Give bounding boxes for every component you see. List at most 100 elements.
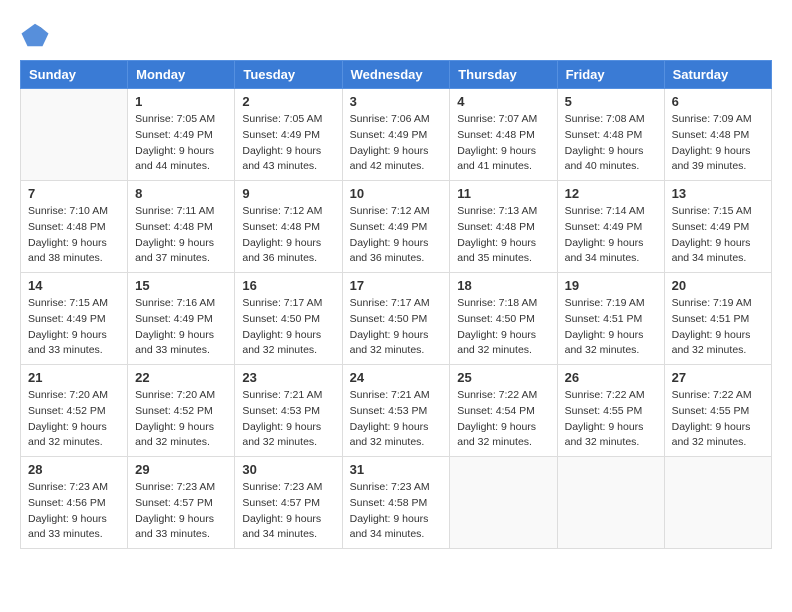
day-info: Sunrise: 7:17 AMSunset: 4:50 PMDaylight:… xyxy=(350,296,443,359)
day-number: 3 xyxy=(350,94,443,109)
day-info: Sunrise: 7:23 AMSunset: 4:57 PMDaylight:… xyxy=(242,480,334,543)
day-info: Sunrise: 7:23 AMSunset: 4:56 PMDaylight:… xyxy=(28,480,120,543)
calendar-cell: 21 Sunrise: 7:20 AMSunset: 4:52 PMDayligh… xyxy=(21,365,128,457)
day-info: Sunrise: 7:12 AMSunset: 4:49 PMDaylight:… xyxy=(350,204,443,267)
day-info: Sunrise: 7:18 AMSunset: 4:50 PMDaylight:… xyxy=(457,296,549,359)
calendar-cell: 15 Sunrise: 7:16 AMSunset: 4:49 PMDayligh… xyxy=(128,273,235,365)
day-number: 16 xyxy=(242,278,334,293)
calendar-cell xyxy=(21,89,128,181)
calendar-day-header: Saturday xyxy=(664,61,771,89)
day-info: Sunrise: 7:12 AMSunset: 4:48 PMDaylight:… xyxy=(242,204,334,267)
day-info: Sunrise: 7:05 AMSunset: 4:49 PMDaylight:… xyxy=(242,112,334,175)
day-info: Sunrise: 7:22 AMSunset: 4:55 PMDaylight:… xyxy=(565,388,657,451)
calendar-cell: 12 Sunrise: 7:14 AMSunset: 4:49 PMDayligh… xyxy=(557,181,664,273)
day-number: 31 xyxy=(350,462,443,477)
calendar-week-row: 21 Sunrise: 7:20 AMSunset: 4:52 PMDayligh… xyxy=(21,365,772,457)
calendar-cell: 5 Sunrise: 7:08 AMSunset: 4:48 PMDaylight… xyxy=(557,89,664,181)
day-number: 2 xyxy=(242,94,334,109)
day-info: Sunrise: 7:22 AMSunset: 4:54 PMDaylight:… xyxy=(457,388,549,451)
day-info: Sunrise: 7:23 AMSunset: 4:58 PMDaylight:… xyxy=(350,480,443,543)
calendar-cell: 3 Sunrise: 7:06 AMSunset: 4:49 PMDaylight… xyxy=(342,89,450,181)
day-number: 22 xyxy=(135,370,227,385)
calendar-day-header: Sunday xyxy=(21,61,128,89)
day-info: Sunrise: 7:07 AMSunset: 4:48 PMDaylight:… xyxy=(457,112,549,175)
day-info: Sunrise: 7:08 AMSunset: 4:48 PMDaylight:… xyxy=(565,112,657,175)
calendar-day-header: Tuesday xyxy=(235,61,342,89)
day-number: 12 xyxy=(565,186,657,201)
day-info: Sunrise: 7:16 AMSunset: 4:49 PMDaylight:… xyxy=(135,296,227,359)
day-number: 24 xyxy=(350,370,443,385)
day-number: 5 xyxy=(565,94,657,109)
calendar-cell: 9 Sunrise: 7:12 AMSunset: 4:48 PMDaylight… xyxy=(235,181,342,273)
day-number: 18 xyxy=(457,278,549,293)
calendar-cell: 25Sunrise: 7:22 AMSunset: 4:54 PMDayligh… xyxy=(450,365,557,457)
calendar-table: SundayMondayTuesdayWednesdayThursdayFrid… xyxy=(20,60,772,549)
calendar-cell: 27 Sunrise: 7:22 AMSunset: 4:55 PMDayligh… xyxy=(664,365,771,457)
logo xyxy=(20,20,54,50)
day-number: 14 xyxy=(28,278,120,293)
day-number: 4 xyxy=(457,94,549,109)
day-info: Sunrise: 7:23 AMSunset: 4:57 PMDaylight:… xyxy=(135,480,227,543)
day-info: Sunrise: 7:21 AMSunset: 4:53 PMDaylight:… xyxy=(350,388,443,451)
day-info: Sunrise: 7:10 AMSunset: 4:48 PMDaylight:… xyxy=(28,204,120,267)
day-number: 19 xyxy=(565,278,657,293)
day-info: Sunrise: 7:05 AMSunset: 4:49 PMDaylight:… xyxy=(135,112,227,175)
calendar-cell xyxy=(557,457,664,549)
calendar-cell: 13 Sunrise: 7:15 AMSunset: 4:49 PMDayligh… xyxy=(664,181,771,273)
calendar-cell: 18 Sunrise: 7:18 AMSunset: 4:50 PMDayligh… xyxy=(450,273,557,365)
day-number: 28 xyxy=(28,462,120,477)
calendar-day-header: Thursday xyxy=(450,61,557,89)
day-number: 15 xyxy=(135,278,227,293)
calendar-day-header: Friday xyxy=(557,61,664,89)
day-info: Sunrise: 7:15 AMSunset: 4:49 PMDaylight:… xyxy=(672,204,764,267)
day-info: Sunrise: 7:09 AMSunset: 4:48 PMDaylight:… xyxy=(672,112,764,175)
calendar-cell: 26 Sunrise: 7:22 AMSunset: 4:55 PMDayligh… xyxy=(557,365,664,457)
day-info: Sunrise: 7:20 AMSunset: 4:52 PMDaylight:… xyxy=(28,388,120,451)
calendar-week-row: 7 Sunrise: 7:10 AMSunset: 4:48 PMDaylight… xyxy=(21,181,772,273)
day-number: 7 xyxy=(28,186,120,201)
calendar-cell: 28 Sunrise: 7:23 AMSunset: 4:56 PMDayligh… xyxy=(21,457,128,549)
day-info: Sunrise: 7:22 AMSunset: 4:55 PMDaylight:… xyxy=(672,388,764,451)
day-number: 27 xyxy=(672,370,764,385)
day-number: 13 xyxy=(672,186,764,201)
day-info: Sunrise: 7:14 AMSunset: 4:49 PMDaylight:… xyxy=(565,204,657,267)
calendar-cell: 7 Sunrise: 7:10 AMSunset: 4:48 PMDaylight… xyxy=(21,181,128,273)
day-number: 21 xyxy=(28,370,120,385)
calendar-header-row: SundayMondayTuesdayWednesdayThursdayFrid… xyxy=(21,61,772,89)
calendar-cell: 24 Sunrise: 7:21 AMSunset: 4:53 PMDayligh… xyxy=(342,365,450,457)
calendar-cell: 16 Sunrise: 7:17 AMSunset: 4:50 PMDayligh… xyxy=(235,273,342,365)
day-info: Sunrise: 7:19 AMSunset: 4:51 PMDaylight:… xyxy=(672,296,764,359)
page-header xyxy=(20,20,772,50)
day-info: Sunrise: 7:15 AMSunset: 4:49 PMDaylight:… xyxy=(28,296,120,359)
day-number: 23 xyxy=(242,370,334,385)
day-number: 6 xyxy=(672,94,764,109)
calendar-cell: 20 Sunrise: 7:19 AMSunset: 4:51 PMDayligh… xyxy=(664,273,771,365)
calendar-cell: 19 Sunrise: 7:19 AMSunset: 4:51 PMDayligh… xyxy=(557,273,664,365)
day-number: 10 xyxy=(350,186,443,201)
calendar-cell: 29 Sunrise: 7:23 AMSunset: 4:57 PMDayligh… xyxy=(128,457,235,549)
day-number: 9 xyxy=(242,186,334,201)
day-info: Sunrise: 7:17 AMSunset: 4:50 PMDaylight:… xyxy=(242,296,334,359)
calendar-day-header: Wednesday xyxy=(342,61,450,89)
day-info: Sunrise: 7:21 AMSunset: 4:53 PMDaylight:… xyxy=(242,388,334,451)
calendar-week-row: 14 Sunrise: 7:15 AMSunset: 4:49 PMDayligh… xyxy=(21,273,772,365)
day-info: Sunrise: 7:11 AMSunset: 4:48 PMDaylight:… xyxy=(135,204,227,267)
calendar-cell: 8Sunrise: 7:11 AMSunset: 4:48 PMDaylight… xyxy=(128,181,235,273)
day-number: 29 xyxy=(135,462,227,477)
calendar-cell: 17 Sunrise: 7:17 AMSunset: 4:50 PMDayligh… xyxy=(342,273,450,365)
day-info: Sunrise: 7:13 AMSunset: 4:48 PMDaylight:… xyxy=(457,204,549,267)
logo-icon xyxy=(20,20,50,50)
day-number: 20 xyxy=(672,278,764,293)
calendar-cell: 10 Sunrise: 7:12 AMSunset: 4:49 PMDayligh… xyxy=(342,181,450,273)
calendar-week-row: 1Sunrise: 7:05 AMSunset: 4:49 PMDaylight… xyxy=(21,89,772,181)
day-number: 17 xyxy=(350,278,443,293)
calendar-cell: 11Sunrise: 7:13 AMSunset: 4:48 PMDayligh… xyxy=(450,181,557,273)
day-number: 30 xyxy=(242,462,334,477)
calendar-cell: 23 Sunrise: 7:21 AMSunset: 4:53 PMDayligh… xyxy=(235,365,342,457)
day-info: Sunrise: 7:06 AMSunset: 4:49 PMDaylight:… xyxy=(350,112,443,175)
day-info: Sunrise: 7:19 AMSunset: 4:51 PMDaylight:… xyxy=(565,296,657,359)
calendar-cell: 6 Sunrise: 7:09 AMSunset: 4:48 PMDaylight… xyxy=(664,89,771,181)
calendar-cell: 4 Sunrise: 7:07 AMSunset: 4:48 PMDaylight… xyxy=(450,89,557,181)
day-number: 26 xyxy=(565,370,657,385)
calendar-cell xyxy=(664,457,771,549)
